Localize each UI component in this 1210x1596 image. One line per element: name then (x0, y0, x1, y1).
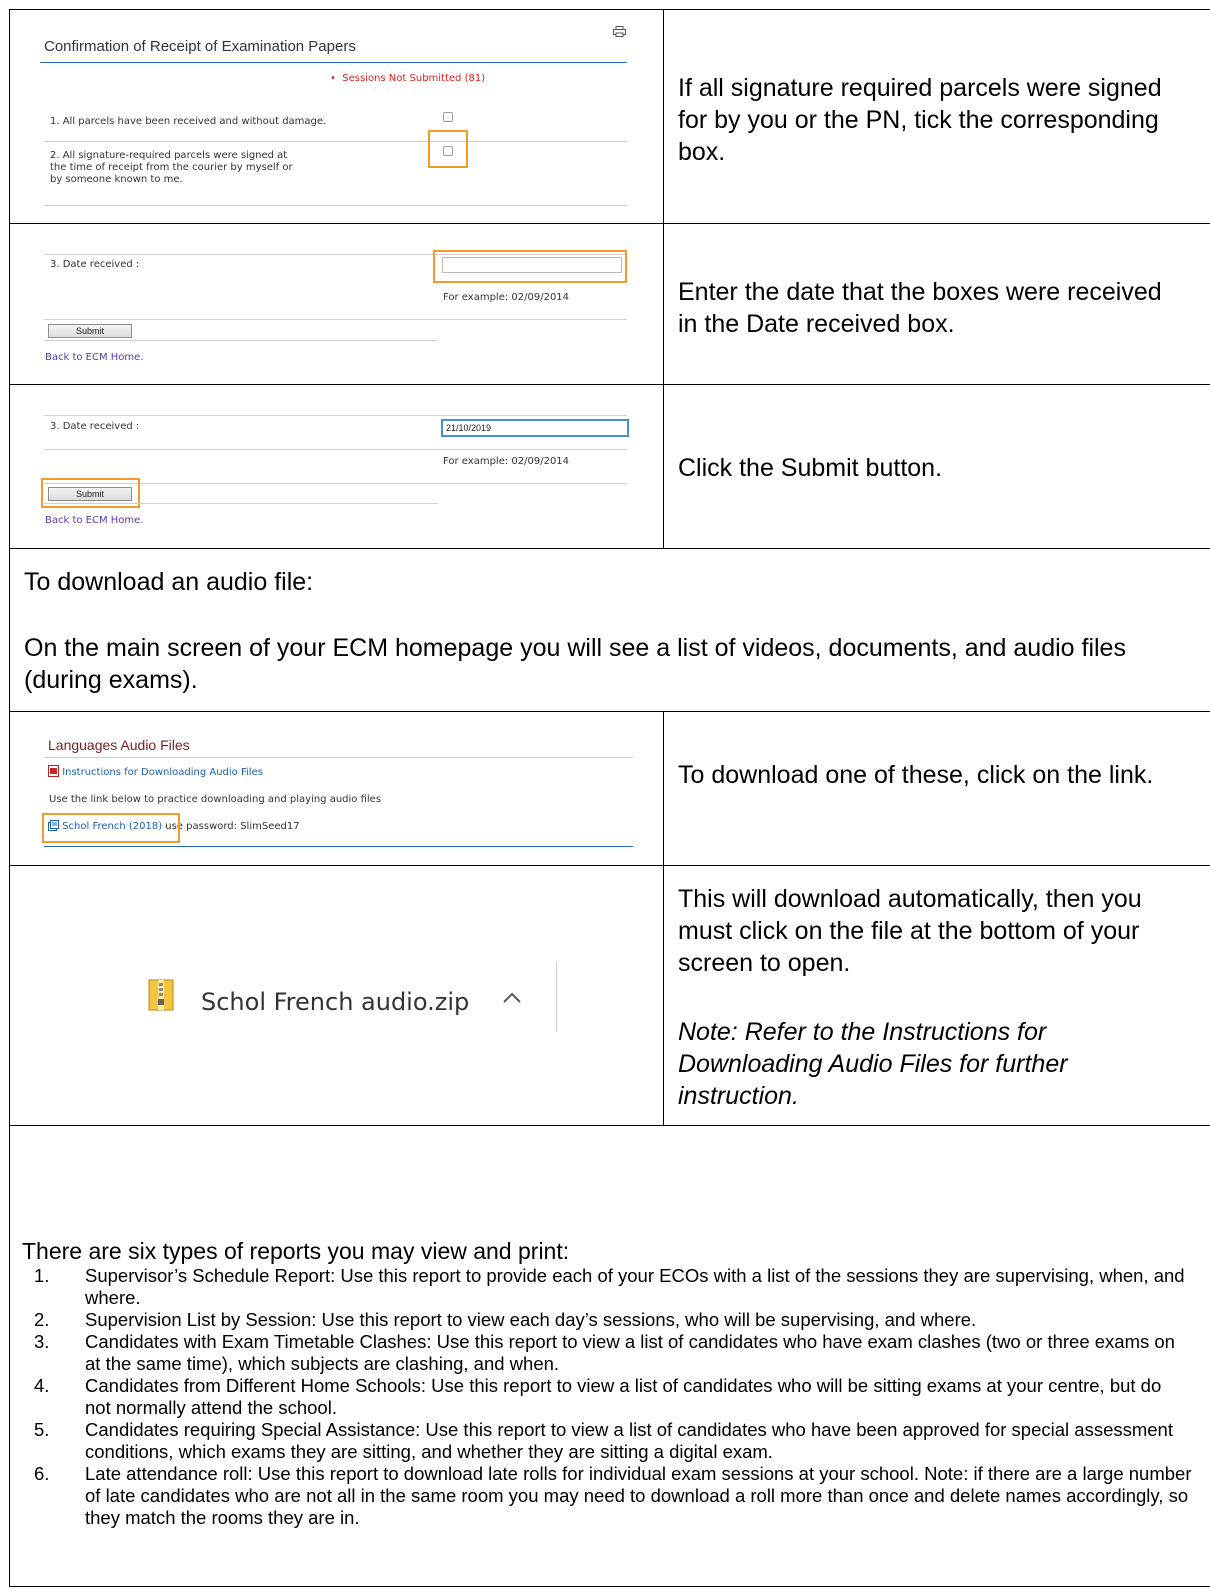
field-divider (44, 340, 438, 341)
section-underline (44, 846, 633, 847)
row5-instruction: This will download automatically, then y… (678, 885, 1142, 977)
pdf-instructions-link[interactable]: Instructions for Downloading Audio Files (48, 765, 263, 778)
date-received-label: 3. Date received : (50, 421, 140, 432)
languages-audio-title: Languages Audio Files (48, 737, 190, 753)
title-divider (44, 757, 633, 758)
report-item: 1. Supervisor’s Schedule Report: Use thi… (34, 1265, 1185, 1308)
item-divider (44, 141, 627, 142)
table-border-top (9, 9, 1210, 10)
row-divider (9, 1125, 1210, 1126)
report-item: 4. Candidates from Different Home School… (34, 1375, 1162, 1418)
highlight-box (428, 130, 468, 168)
reports-heading: There are six types of reports you may v… (22, 1238, 570, 1264)
back-to-home-link[interactable]: Back to ECM Home. (45, 515, 144, 526)
row-divider (9, 548, 1210, 549)
highlight-box (42, 813, 180, 843)
printer-icon[interactable] (613, 26, 626, 37)
submit-button[interactable]: Submit (48, 324, 132, 338)
reports-list: 1. Supervisor’s Schedule Report: Use thi… (22, 1265, 1192, 1529)
column-divider (663, 711, 664, 1126)
checklist-item-1: 1. All parcels have been received and wi… (50, 116, 327, 127)
row3-instruction: Click the Submit button. (678, 454, 943, 482)
practice-text: Use the link below to practice downloadi… (49, 794, 382, 805)
column-divider (663, 9, 664, 549)
chevron-up-icon[interactable] (502, 992, 522, 1004)
audio-heading: To download an audio file: (24, 568, 314, 596)
field-divider (44, 415, 627, 416)
back-to-home-link[interactable]: Back to ECM Home. (45, 352, 144, 363)
download-bar-divider (556, 962, 557, 1032)
report-item: 2. Supervision List by Session: Use this… (34, 1309, 977, 1330)
title-underline (40, 62, 627, 63)
report-item: 6. Late attendance roll: Use this report… (34, 1463, 1192, 1528)
audio-paragraph: On the main screen of your ECM homepage … (24, 634, 1126, 694)
report-item: 3. Candidates with Exam Timetable Clashe… (34, 1331, 1175, 1374)
highlight-box (433, 250, 627, 283)
row5-note: Note: Refer to the Instructions for Down… (678, 1018, 1068, 1110)
zip-filename[interactable]: Schol French audio.zip (201, 988, 469, 1016)
checklist-item-2: 2. All signature-required parcels were s… (50, 150, 293, 185)
row-divider (9, 865, 1210, 866)
row-divider (9, 384, 1210, 385)
field-divider (44, 449, 627, 450)
date-received-input[interactable]: 21/10/2019 (441, 419, 629, 437)
parcels-received-checkbox[interactable] (443, 112, 453, 122)
row4-instruction: To download one of these, click on the l… (678, 761, 1154, 789)
bullet-icon: • (330, 73, 343, 84)
row1-instruction: If all signature required parcels were s… (678, 74, 1162, 166)
field-divider (44, 503, 438, 504)
row2-instruction: Enter the date that the boxes were recei… (678, 278, 1162, 338)
row-divider (9, 223, 1210, 224)
table-border-bottom (9, 1586, 1210, 1587)
confirmation-title: Confirmation of Receipt of Examination P… (44, 38, 356, 55)
sessions-notice[interactable]: • Sessions Not Submitted (81) (330, 73, 485, 84)
item-divider (44, 205, 627, 206)
table-border-left (9, 9, 10, 1587)
password-text: use password: SlimSeed17 (162, 821, 300, 832)
zip-file-icon (148, 979, 174, 1011)
pdf-icon (48, 765, 59, 777)
row-divider (9, 711, 1210, 712)
date-example: For example: 02/09/2014 (443, 292, 570, 303)
date-received-label: 3. Date received : (50, 259, 140, 270)
field-divider (44, 319, 627, 320)
date-example: For example: 02/09/2014 (443, 456, 570, 467)
report-item: 5. Candidates requiring Special Assistan… (34, 1419, 1173, 1462)
